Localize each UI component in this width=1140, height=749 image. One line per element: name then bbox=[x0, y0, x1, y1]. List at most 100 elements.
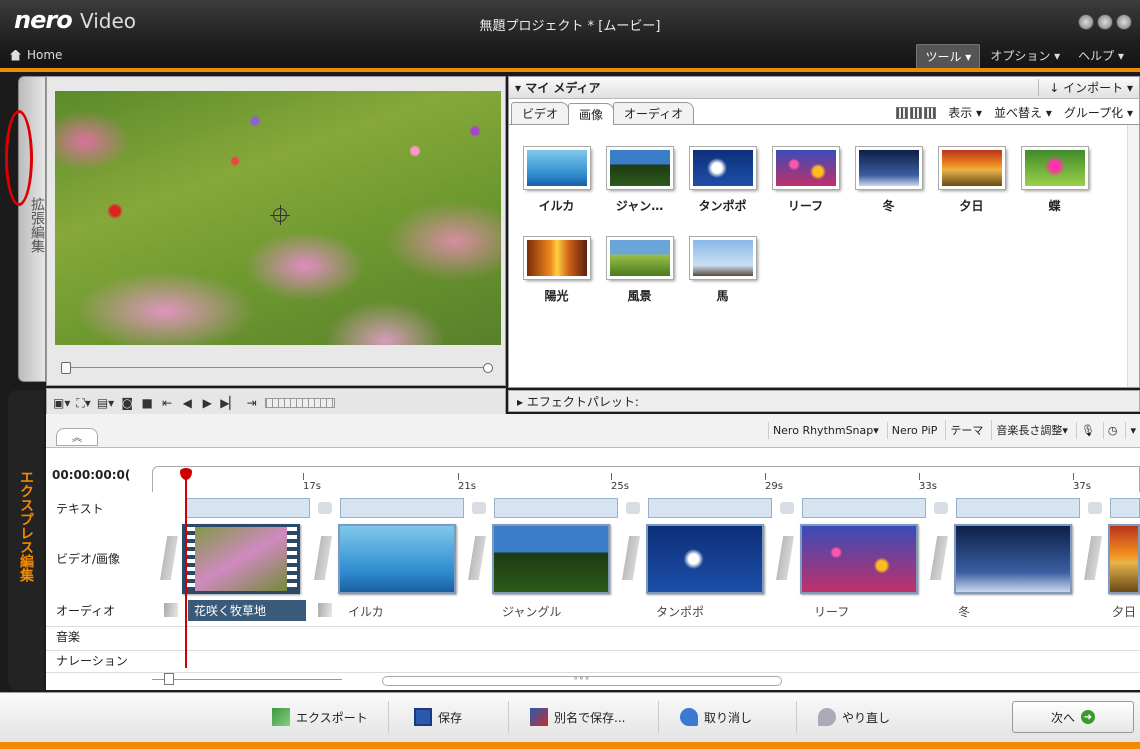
transition-slot[interactable] bbox=[930, 536, 948, 580]
playhead[interactable] bbox=[180, 468, 192, 668]
next-button[interactable]: 次へ ➜ bbox=[1012, 701, 1134, 733]
transition-slot[interactable] bbox=[1084, 536, 1102, 580]
timeline-scrollbar[interactable]: ∘∘∘ bbox=[382, 674, 782, 686]
transition-slot[interactable] bbox=[622, 536, 640, 580]
import-button[interactable]: ↓ インポート ▾ bbox=[1038, 79, 1133, 96]
menu-help[interactable]: ヘルプ ▾ bbox=[1070, 44, 1132, 69]
media-item-label: タンポポ bbox=[698, 199, 747, 213]
media-item[interactable]: タンポポ bbox=[681, 147, 764, 237]
jungle-clip[interactable] bbox=[492, 524, 610, 594]
rhythmsnap-button[interactable]: Nero RhythmSnap▾ bbox=[767, 421, 883, 439]
zoom-slider[interactable] bbox=[152, 673, 342, 691]
text-block[interactable] bbox=[186, 498, 310, 518]
theme-button[interactable]: テーマ bbox=[945, 420, 987, 440]
text-block[interactable] bbox=[648, 498, 772, 518]
media-item[interactable]: 風景 bbox=[598, 237, 681, 327]
media-item[interactable]: 夕日 bbox=[930, 147, 1013, 237]
minimize-icon[interactable] bbox=[1078, 14, 1094, 30]
save-as-label: 別名で保存... bbox=[554, 710, 626, 725]
clip-label[interactable]: リーフ bbox=[814, 603, 849, 620]
save-button[interactable]: 保存 bbox=[400, 701, 476, 733]
sort-menu[interactable]: 並べ替え ▾ bbox=[994, 104, 1052, 121]
my-media-title[interactable]: ▾ マイ メディア bbox=[515, 79, 601, 96]
clip-label[interactable]: 花咲く牧草地 bbox=[188, 600, 306, 621]
microphone-icon[interactable]: 🎙 bbox=[1075, 421, 1099, 439]
media-item[interactable]: 冬 bbox=[847, 147, 930, 237]
transition-slot[interactable] bbox=[160, 536, 178, 580]
horse-thumbnail bbox=[689, 237, 756, 279]
tab-images[interactable]: 画像 bbox=[568, 103, 615, 125]
clip-label[interactable]: 冬 bbox=[958, 603, 970, 620]
express-edit-tab[interactable]: エクスプレス編集 bbox=[8, 390, 44, 690]
home-icon bbox=[10, 49, 21, 61]
audio-transition[interactable] bbox=[318, 603, 332, 617]
clock-icon[interactable]: ◷ bbox=[1102, 421, 1122, 439]
clip-label[interactable]: タンポポ bbox=[656, 603, 704, 620]
undo-label: 取り消し bbox=[704, 710, 753, 725]
transition-slot[interactable] bbox=[314, 536, 332, 580]
undo-button[interactable]: 取り消し bbox=[666, 701, 766, 733]
media-scrollbar[interactable] bbox=[1127, 125, 1139, 387]
audio-transition[interactable] bbox=[164, 603, 178, 617]
media-item[interactable]: 蝶 bbox=[1013, 147, 1096, 237]
media-item[interactable]: リーフ bbox=[764, 147, 847, 237]
dolphin-clip[interactable] bbox=[338, 524, 456, 594]
volume-meter[interactable] bbox=[264, 398, 335, 408]
home-link[interactable]: Home bbox=[10, 48, 62, 62]
snapshot-icon[interactable]: ◙ bbox=[120, 394, 134, 412]
audio-track[interactable]: 花咲く牧草地 イルカ ジャングル タンポポ リーフ 冬 夕日 bbox=[152, 600, 1140, 622]
group-menu[interactable]: グループ化 ▾ bbox=[1064, 104, 1133, 121]
play-icon[interactable]: ▶ bbox=[200, 394, 214, 412]
text-track[interactable] bbox=[152, 498, 1140, 518]
stop-icon[interactable]: ■ bbox=[140, 394, 154, 412]
reef-clip[interactable] bbox=[800, 524, 918, 594]
transition-slot[interactable] bbox=[776, 536, 794, 580]
clip-label[interactable]: 夕日 bbox=[1112, 603, 1136, 620]
fullscreen-icon[interactable]: ⛶▾ bbox=[76, 394, 90, 412]
tab-video[interactable]: ビデオ bbox=[511, 102, 570, 124]
media-item[interactable]: イルカ bbox=[515, 147, 598, 237]
transition-slot[interactable] bbox=[468, 536, 486, 580]
prev-frame-icon[interactable]: ◀ bbox=[180, 394, 194, 412]
bottom-accent-bar bbox=[0, 742, 1140, 749]
view-mode-icons[interactable] bbox=[896, 106, 937, 119]
media-item[interactable]: 馬 bbox=[681, 237, 764, 327]
text-block[interactable] bbox=[340, 498, 464, 518]
tab-audio[interactable]: オーディオ bbox=[613, 102, 695, 124]
view-menu[interactable]: 表示 ▾ bbox=[948, 104, 982, 121]
collapse-button[interactable]: ︽ bbox=[56, 428, 98, 446]
video-track[interactable] bbox=[152, 524, 1140, 596]
menu-tools[interactable]: ツール ▾ bbox=[916, 44, 981, 69]
effects-palette-header[interactable]: ▸ エフェクトパレット: bbox=[508, 390, 1140, 412]
time-ruler[interactable]: 17s 21s 25s 29s 33s 37s bbox=[152, 466, 1140, 492]
text-block[interactable] bbox=[956, 498, 1080, 518]
winter-clip[interactable] bbox=[954, 524, 1072, 594]
aspect-icon[interactable]: ▤▾ bbox=[97, 394, 114, 412]
clip-label[interactable]: ジャングル bbox=[502, 603, 561, 620]
save-as-button[interactable]: 別名で保存... bbox=[516, 701, 639, 733]
sunset-clip[interactable] bbox=[1108, 524, 1140, 594]
more-icon[interactable]: ▾ bbox=[1125, 421, 1140, 439]
meadow-clip[interactable] bbox=[182, 524, 300, 594]
media-item[interactable]: ジャン… bbox=[598, 147, 681, 237]
monitor-icon[interactable]: ▣▾ bbox=[53, 394, 70, 412]
menu-options[interactable]: オプション ▾ bbox=[982, 44, 1068, 69]
go-end-icon[interactable]: ⇥ bbox=[245, 394, 259, 412]
dandelion-clip[interactable] bbox=[646, 524, 764, 594]
zoom-thumb[interactable] bbox=[164, 673, 174, 685]
pip-button[interactable]: Nero PiP bbox=[886, 421, 942, 439]
go-start-icon[interactable]: ⇤ bbox=[160, 394, 174, 412]
text-block[interactable] bbox=[802, 498, 926, 518]
export-button[interactable]: エクスポート bbox=[258, 701, 382, 733]
music-length-button[interactable]: 音楽長さ調整▾ bbox=[991, 420, 1072, 440]
text-block[interactable] bbox=[494, 498, 618, 518]
media-item[interactable]: 陽光 bbox=[515, 237, 598, 327]
close-icon[interactable] bbox=[1116, 14, 1132, 30]
redo-button[interactable]: やり直し bbox=[804, 701, 904, 733]
clip-label[interactable]: イルカ bbox=[348, 603, 384, 620]
scrubber-thumb[interactable] bbox=[61, 362, 71, 374]
next-frame-icon[interactable]: ▶▏ bbox=[220, 394, 238, 412]
preview-scrubber[interactable] bbox=[61, 362, 493, 374]
text-block[interactable] bbox=[1110, 498, 1140, 518]
maximize-icon[interactable] bbox=[1097, 14, 1113, 30]
